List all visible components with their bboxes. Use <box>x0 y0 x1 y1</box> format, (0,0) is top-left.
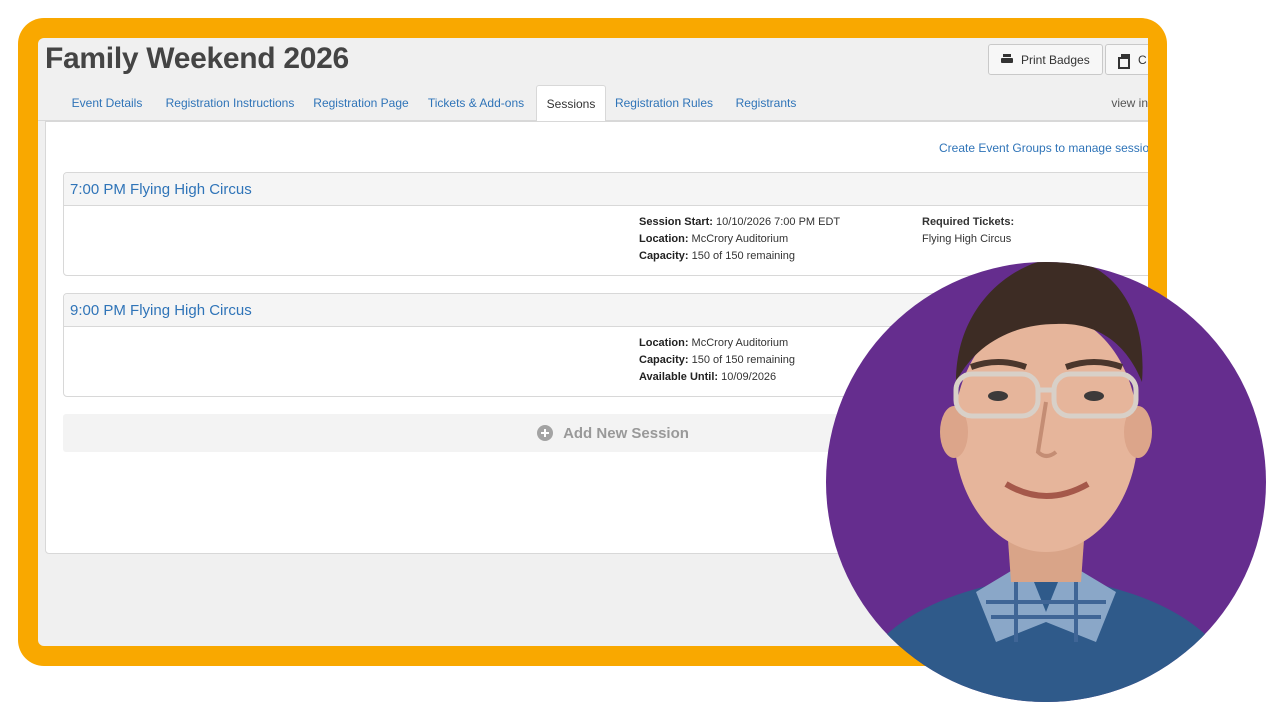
session-detail: Capacity: 150 of 150 remaining <box>639 354 795 366</box>
session-card: 7:00 PM Flying High Circus Session Start… <box>63 172 1148 276</box>
session-detail: Location: McCrory Auditorium <box>639 337 789 349</box>
session-title[interactable]: 7:00 PM Flying High Circus <box>64 173 1148 206</box>
required-tickets-label: Required Tickets: <box>922 216 1015 228</box>
session-detail: Session Start: 10/10/2026 7:00 PM EDT <box>639 216 841 228</box>
tab-registration-page[interactable]: Registration Page <box>310 85 412 121</box>
create-event-groups-link[interactable]: Create Event Groups to manage sessions b <box>939 141 1148 155</box>
tab-tickets-add-ons[interactable]: Tickets & Add-ons <box>422 85 530 121</box>
copy-button[interactable]: C <box>1105 44 1148 75</box>
tab-sessions[interactable]: Sessions <box>536 85 606 122</box>
session-detail: Available Until: 10/09/2026 <box>639 371 777 383</box>
view-in-link[interactable]: view in <box>1111 85 1148 121</box>
print-badges-button[interactable]: Print Badges <box>988 44 1103 75</box>
person-illustration <box>846 262 1246 702</box>
page-title: Family Weekend 2026 <box>45 42 349 75</box>
tab-registrants[interactable]: Registrants <box>728 85 804 121</box>
printer-icon <box>1001 54 1013 65</box>
tab-registration-instructions[interactable]: Registration Instructions <box>160 85 300 121</box>
copy-icon <box>1118 53 1130 69</box>
session-detail: Location: McCrory Auditorium <box>639 233 789 245</box>
plus-circle-icon <box>537 425 554 441</box>
copy-label: C <box>1138 52 1147 67</box>
add-new-session-label: Add New Session <box>563 424 689 442</box>
print-badges-label: Print Badges <box>1021 52 1090 67</box>
session-detail: Capacity: 150 of 150 remaining <box>639 250 795 262</box>
required-tickets-value: Flying High Circus <box>922 233 1012 245</box>
presenter-photo <box>826 262 1266 702</box>
tab-event-details[interactable]: Event Details <box>64 85 150 121</box>
tab-registration-rules[interactable]: Registration Rules <box>612 85 716 121</box>
tab-bar: Event Details Registration Instructions … <box>38 85 1148 122</box>
